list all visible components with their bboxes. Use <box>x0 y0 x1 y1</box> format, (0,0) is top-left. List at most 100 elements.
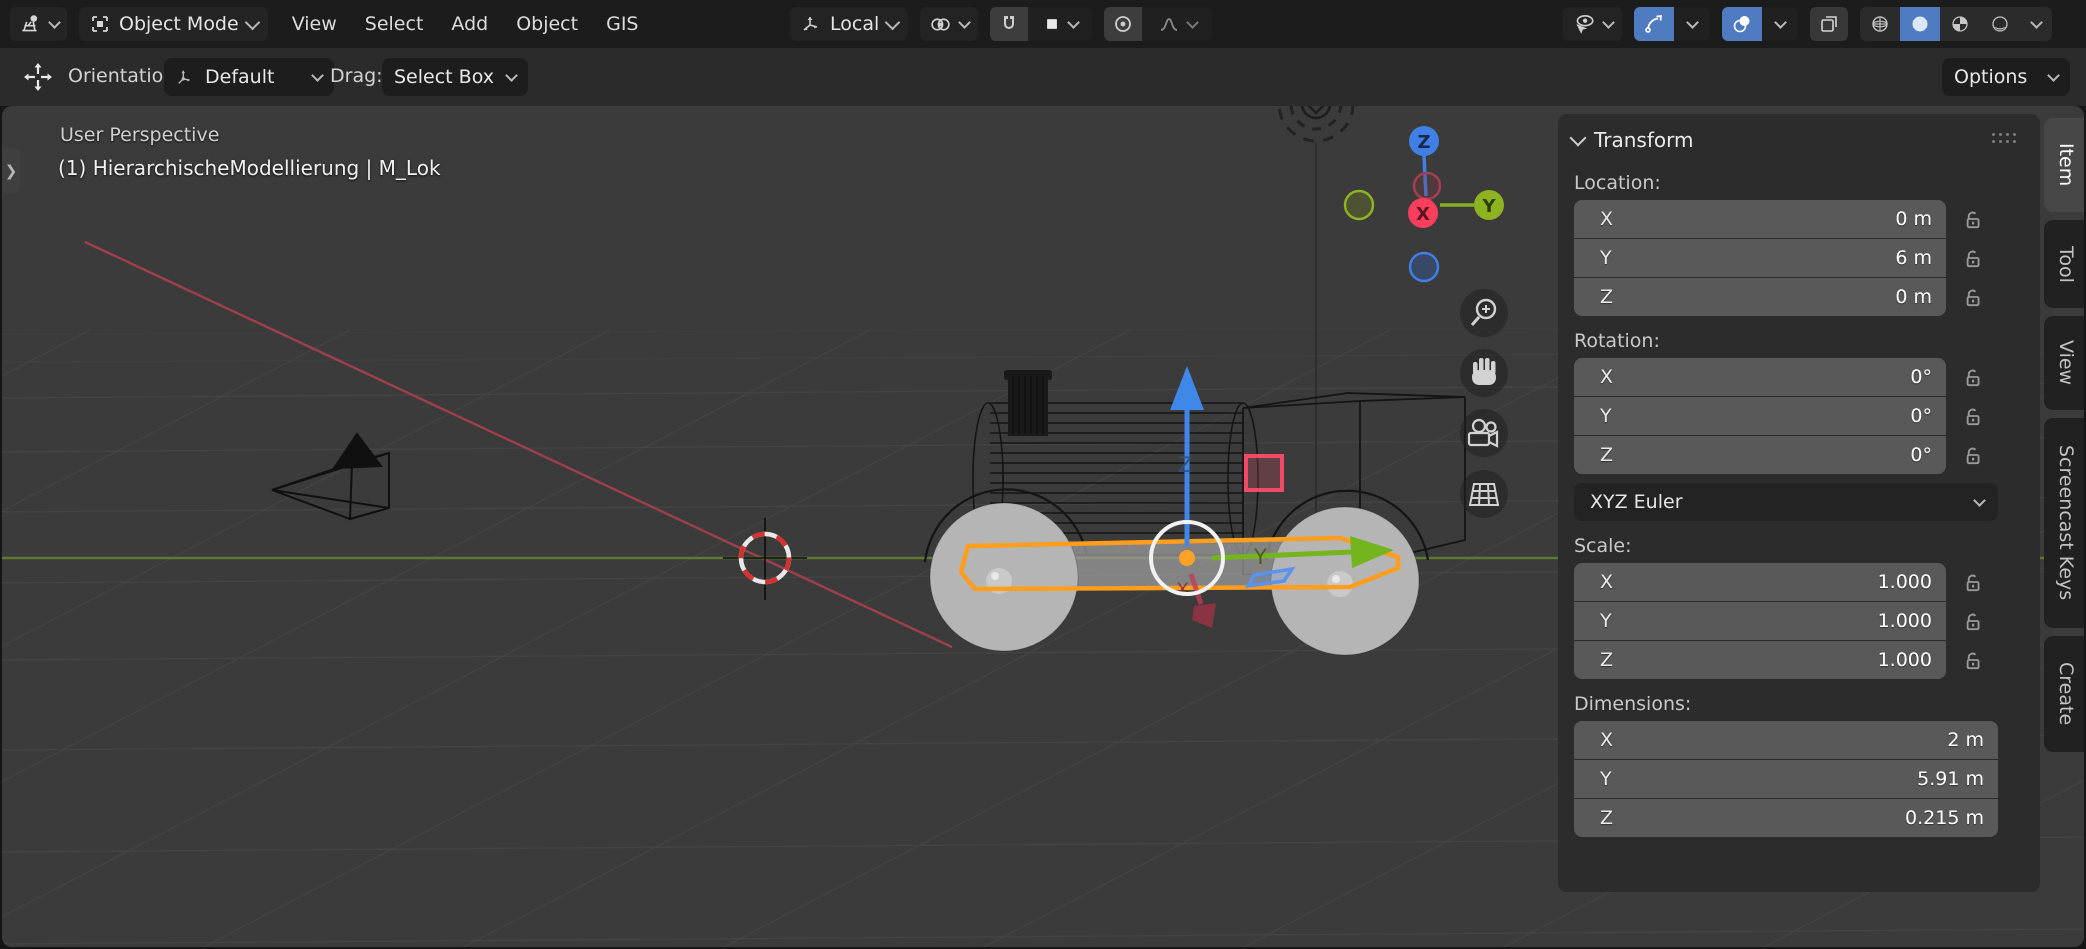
drag-label: Drag: <box>330 65 383 87</box>
tab-tool[interactable]: Tool <box>2044 220 2084 308</box>
shading-dropdown[interactable] <box>2020 7 2052 41</box>
material-preview-sphere-icon <box>1949 13 1971 35</box>
axis-value: 1.000 <box>1878 610 1932 632</box>
rotation-mode-value: XYZ Euler <box>1590 491 1683 513</box>
location-y-row: Y 6 m <box>1574 239 1998 277</box>
shading-material-button[interactable] <box>1940 7 1980 41</box>
tab-view[interactable]: View <box>2044 316 2084 410</box>
dimensions-x-field[interactable]: X 2 m <box>1574 721 1998 759</box>
menu-select[interactable]: Select <box>353 9 436 39</box>
camera-view-button[interactable] <box>1460 409 1508 457</box>
tab-item[interactable]: Item <box>2044 118 2084 212</box>
magnet-icon <box>998 13 1020 35</box>
location-y-lock-button[interactable] <box>1946 246 1998 270</box>
location-z-lock-button[interactable] <box>1946 285 1998 309</box>
dimensions-y-field[interactable]: Y 5.91 m <box>1574 760 1998 798</box>
3d-viewport[interactable]: Z Y X Z Y X <box>2 106 2084 947</box>
toggle-ortho-button[interactable] <box>1460 470 1508 518</box>
pivot-point-dropdown[interactable] <box>920 7 978 41</box>
rotation-z-row: Z 0° <box>1574 436 1998 474</box>
dimensions-z-field[interactable]: Z 0.215 m <box>1574 799 1998 837</box>
axis-label: X <box>1600 366 1613 388</box>
light-object[interactable] <box>1279 106 1353 556</box>
gizmos-toggle[interactable] <box>1634 7 1674 41</box>
rotation-x-field[interactable]: X 0° <box>1574 358 1946 396</box>
location-x-field[interactable]: X 0 m <box>1574 200 1946 238</box>
tab-screencast-keys[interactable]: Screencast Keys <box>2044 418 2084 628</box>
shading-rendered-button[interactable] <box>1980 7 2020 41</box>
mode-selector[interactable]: Object Mode <box>79 7 268 41</box>
show-object-types-dropdown[interactable] <box>1563 7 1622 41</box>
menu-object[interactable]: Object <box>504 9 590 39</box>
location-x-lock-button[interactable] <box>1946 207 1998 231</box>
panel-drag-handle-icon[interactable] <box>1992 133 2020 147</box>
axis-value: 0° <box>1910 444 1932 466</box>
nav-axis-minus-y[interactable] <box>1345 191 1373 219</box>
proportional-editing-toggle[interactable] <box>1104 7 1142 41</box>
transform-panel-header[interactable]: Transform <box>1558 114 2040 158</box>
menu-gis[interactable]: GIS <box>594 9 650 39</box>
rotation-z-field[interactable]: Z 0° <box>1574 436 1946 474</box>
scale-z-row: Z 1.000 <box>1574 641 1998 679</box>
overlays-dropdown[interactable] <box>1762 7 1798 41</box>
rotation-x-lock-button[interactable] <box>1946 365 1998 389</box>
gizmo-z-arrow[interactable] <box>1170 366 1204 410</box>
nav-x-label: X <box>1416 204 1430 225</box>
rotation-y-lock-button[interactable] <box>1946 404 1998 428</box>
left-hub-highlight <box>991 572 999 580</box>
transform-orientation-dropdown[interactable]: Local <box>790 7 908 41</box>
drag-dropdown[interactable]: Select Box <box>382 58 528 96</box>
gizmo-y-label: Y <box>1253 545 1267 569</box>
axis-value: 1.000 <box>1878 649 1932 671</box>
rotation-y-field[interactable]: Y 0° <box>1574 397 1946 435</box>
menu-add[interactable]: Add <box>439 9 500 39</box>
gizmo-plane-handle-x[interactable] <box>1246 456 1282 490</box>
chevron-down-icon <box>311 69 324 82</box>
wireframe-globe-icon <box>1869 13 1891 35</box>
orientation-dropdown[interactable]: Default <box>164 58 334 96</box>
location-y-field[interactable]: Y 6 m <box>1574 239 1946 277</box>
scale-x-field[interactable]: X 1.000 <box>1574 563 1946 601</box>
zoom-button[interactable] <box>1460 289 1508 337</box>
toolbar-expand-button[interactable]: ❯ <box>2 148 20 194</box>
menu-view[interactable]: View <box>280 9 349 39</box>
scale-y-lock-button[interactable] <box>1946 609 1998 633</box>
right-hub-highlight <box>1332 575 1340 583</box>
unlock-icon <box>1960 443 1984 467</box>
unlock-icon <box>1960 609 1984 633</box>
scale-z-field[interactable]: Z 1.000 <box>1574 641 1946 679</box>
gizmos-dropdown[interactable] <box>1674 7 1710 41</box>
xray-toggle[interactable] <box>1810 7 1848 41</box>
axis-label: X <box>1600 729 1613 751</box>
shading-wireframe-button[interactable] <box>1860 7 1900 41</box>
snap-toggle-button[interactable] <box>990 7 1028 41</box>
rotation-x-row: X 0° <box>1574 358 1998 396</box>
snap-target-dropdown[interactable] <box>1028 7 1092 41</box>
axis-label: X <box>1600 571 1613 593</box>
scale-y-row: Y 1.000 <box>1574 602 1998 640</box>
chevron-down-icon <box>244 14 260 30</box>
proportional-circle-icon <box>1112 13 1134 35</box>
proportional-falloff-dropdown[interactable] <box>1142 7 1212 41</box>
shading-solid-button[interactable] <box>1900 7 1940 41</box>
axis-label: Z <box>1600 444 1613 466</box>
chevron-down-icon <box>1602 16 1615 29</box>
scale-y-field[interactable]: Y 1.000 <box>1574 602 1946 640</box>
scale-z-lock-button[interactable] <box>1946 648 1998 672</box>
nav-axis-minus-x[interactable] <box>1414 173 1440 199</box>
navigation-gizmo[interactable]: Z Y X <box>1345 126 1504 281</box>
rotation-z-lock-button[interactable] <box>1946 443 1998 467</box>
nav-axis-minus-z[interactable] <box>1410 253 1438 281</box>
overlays-toggle[interactable] <box>1722 7 1762 41</box>
tab-create[interactable]: Create <box>2044 636 2084 752</box>
camera-object[interactable] <box>272 434 389 519</box>
chevron-down-icon <box>505 69 518 82</box>
editor-type-button[interactable] <box>10 7 67 41</box>
falloff-curve-icon <box>1158 13 1180 35</box>
rotation-mode-dropdown[interactable]: XYZ Euler <box>1574 483 1998 521</box>
options-dropdown[interactable]: Options <box>1942 58 2070 96</box>
location-z-field[interactable]: Z 0 m <box>1574 278 1946 316</box>
scale-x-lock-button[interactable] <box>1946 570 1998 594</box>
gizmo-x-arrow[interactable] <box>1192 603 1216 628</box>
pan-button[interactable] <box>1460 349 1508 397</box>
